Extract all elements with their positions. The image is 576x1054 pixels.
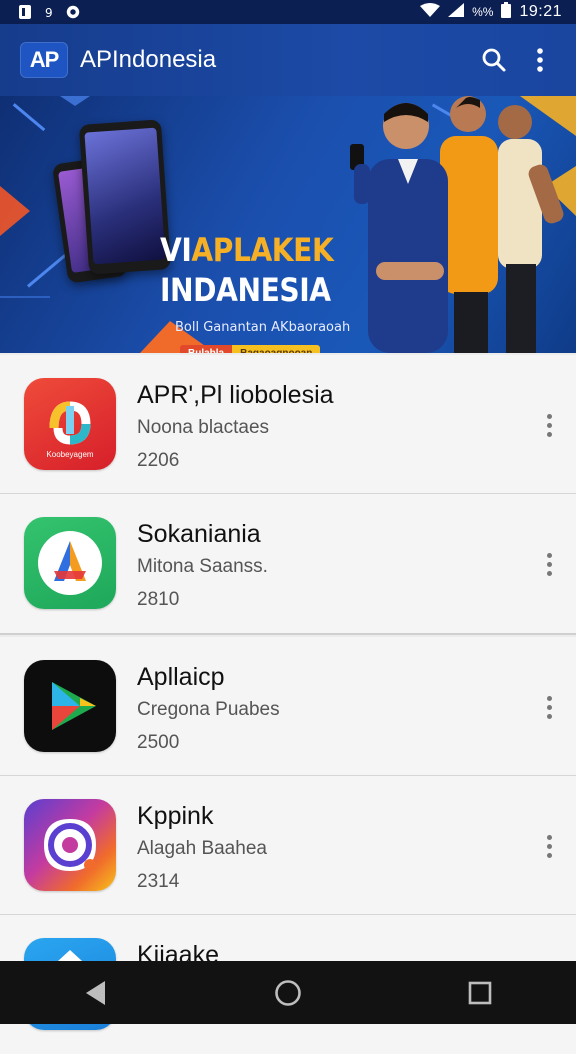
app-name: Kppink [137, 802, 214, 830]
app-icon-colorful-loop[interactable]: Koobeyagem [24, 378, 116, 470]
more-vert-icon [546, 833, 552, 860]
search-button[interactable] [474, 40, 514, 80]
item-more-button[interactable] [534, 544, 564, 584]
clock: 19:21 [519, 3, 562, 20]
list-item[interactable]: Koobeyagem APR',Pl liobolesia Noona blac… [0, 355, 576, 494]
app-number: 2810 [137, 589, 180, 610]
status-bar-right: %% 19:21 [420, 2, 562, 22]
app-icon-label: Koobeyagem [46, 450, 94, 459]
sim-icon: 9 [42, 5, 56, 19]
system-nav-bar [0, 961, 576, 1024]
banner-title-part2: APLAKEK [191, 231, 334, 269]
status-bar: 9 %% 19:21 [0, 0, 576, 24]
app-list: Koobeyagem APR',Pl liobolesia Noona blac… [0, 355, 576, 1054]
more-vert-icon [546, 412, 552, 439]
recents-icon [468, 981, 492, 1004]
banner-cta-right[interactable]: Bagaoagnooan [232, 345, 321, 353]
record-icon [66, 5, 80, 19]
people-illustration [350, 96, 564, 353]
item-more-button[interactable] [534, 687, 564, 727]
svg-text:9: 9 [45, 6, 53, 19]
app-developer: Alagah Baahea [137, 838, 267, 859]
banner-title-line2: INDANESIA [160, 271, 331, 309]
app-icon-play-triangle[interactable] [24, 660, 116, 752]
app-icon-camera-gradient[interactable] [24, 799, 116, 891]
recents-button[interactable] [450, 968, 510, 1018]
banner-cta[interactable]: Bulabla Bagaoagnooan [180, 345, 321, 353]
app-logo[interactable]: AP [20, 42, 68, 78]
banner-title: VIAPLAKEK INDANESIA [160, 230, 336, 310]
signal-icon [448, 3, 465, 21]
app-number: 2314 [137, 871, 180, 892]
banner-title-part1: VI [160, 231, 192, 269]
app-name: Sokaniania [137, 520, 261, 548]
back-button[interactable] [66, 968, 126, 1018]
item-more-button[interactable] [534, 826, 564, 866]
app-bar: AP APIndonesia [0, 24, 576, 96]
status-bar-left: 9 [18, 5, 80, 19]
search-icon [482, 48, 506, 72]
home-icon [275, 979, 301, 1006]
list-item[interactable]: Apllaicp Cregona Puabes 2500 [0, 637, 576, 776]
app-name: Apllaicp [137, 663, 225, 691]
list-item[interactable]: Kppink Alagah Baahea 2314 [0, 776, 576, 915]
app-number: 2206 [137, 450, 180, 471]
app-number: 2500 [137, 732, 180, 753]
phone-illustration-front [78, 119, 172, 275]
notification-icon [18, 5, 32, 19]
back-icon [86, 980, 105, 1005]
app-icon-green-arrow[interactable] [24, 517, 116, 609]
list-item[interactable]: Sokaniania Mitona Saanss. 2810 [0, 494, 576, 635]
app-title: APIndonesia [80, 46, 217, 73]
overflow-menu-button[interactable] [520, 40, 560, 80]
app-name: APR',Pl liobolesia [137, 381, 334, 409]
more-vert-icon [537, 48, 543, 72]
more-vert-icon [546, 551, 552, 578]
item-more-button[interactable] [534, 405, 564, 445]
app-developer: Cregona Puabes [137, 699, 280, 720]
app-developer: Mitona Saanss. [137, 556, 268, 577]
wifi-icon [420, 3, 441, 21]
banner-cta-left[interactable]: Bulabla [180, 345, 233, 353]
battery-icon [501, 2, 512, 22]
battery-percent: %% [472, 5, 494, 19]
more-vert-icon [546, 694, 552, 721]
promo-banner[interactable]: VIAPLAKEK INDANESIA Boll Ganantan AKbaor… [0, 96, 576, 353]
app-developer: Noona blactaes [137, 417, 270, 438]
home-button[interactable] [258, 968, 318, 1018]
banner-subtitle: Boll Ganantan AKbaoraoah [175, 320, 351, 335]
